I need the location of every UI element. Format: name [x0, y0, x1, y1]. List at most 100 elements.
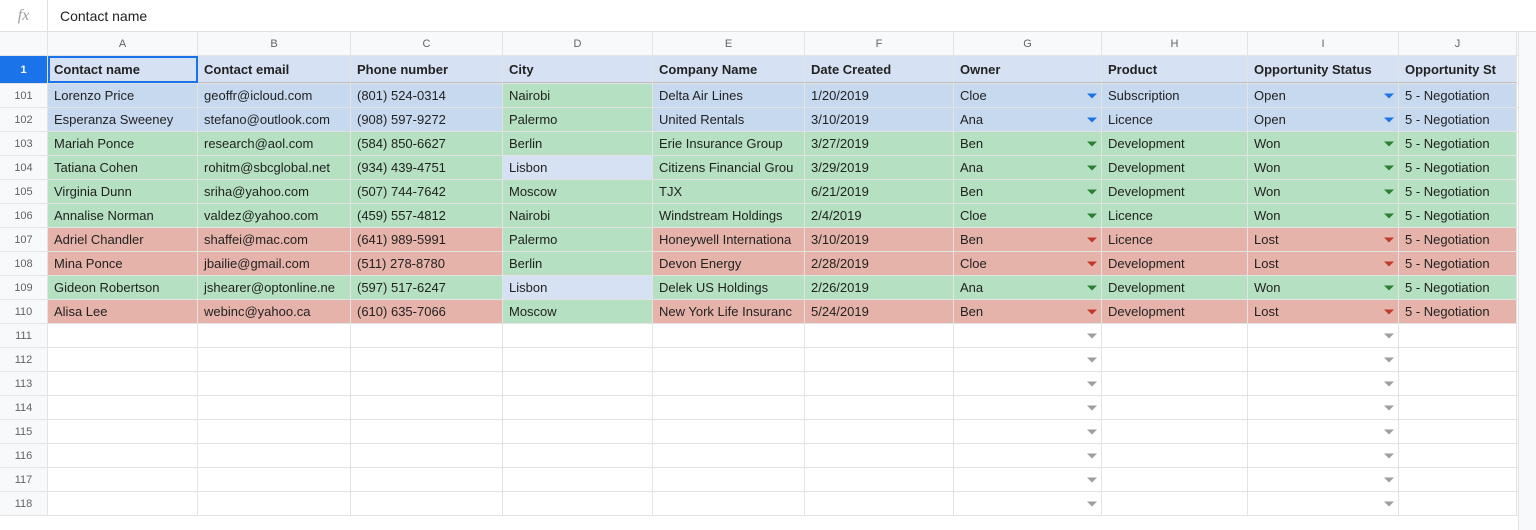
cell[interactable]: [1102, 396, 1248, 419]
header-cell[interactable]: City: [503, 56, 653, 83]
cell[interactable]: jbailie@gmail.com: [198, 252, 351, 275]
cell[interactable]: Berlin: [503, 252, 653, 275]
dropdown-icon[interactable]: [1384, 501, 1394, 506]
cell[interactable]: Development: [1102, 252, 1248, 275]
cell[interactable]: [653, 372, 805, 395]
cell[interactable]: [1248, 396, 1399, 419]
dropdown-icon[interactable]: [1087, 93, 1097, 98]
row-number[interactable]: 113: [0, 372, 48, 395]
cell[interactable]: [805, 348, 954, 371]
dropdown-icon[interactable]: [1384, 117, 1394, 122]
row-number[interactable]: 114: [0, 396, 48, 419]
cell[interactable]: [503, 324, 653, 347]
cell[interactable]: (507) 744-7642: [351, 180, 503, 203]
cell[interactable]: Ben: [954, 132, 1102, 155]
cell[interactable]: 5 - Negotiation: [1399, 204, 1517, 227]
cell[interactable]: 5 - Negotiation: [1399, 132, 1517, 155]
cell[interactable]: 3/27/2019: [805, 132, 954, 155]
cell[interactable]: [653, 420, 805, 443]
cell[interactable]: Ben: [954, 228, 1102, 251]
cell[interactable]: [805, 420, 954, 443]
column-header-J[interactable]: J: [1399, 32, 1517, 55]
dropdown-icon[interactable]: [1087, 501, 1097, 506]
row-number[interactable]: 110: [0, 300, 48, 323]
cell[interactable]: [48, 444, 198, 467]
cell[interactable]: [503, 372, 653, 395]
column-header-G[interactable]: G: [954, 32, 1102, 55]
dropdown-icon[interactable]: [1384, 213, 1394, 218]
dropdown-icon[interactable]: [1384, 165, 1394, 170]
cell[interactable]: rohitm@sbcglobal.net: [198, 156, 351, 179]
cell[interactable]: (801) 524-0314: [351, 84, 503, 107]
dropdown-icon[interactable]: [1087, 429, 1097, 434]
cell[interactable]: [48, 396, 198, 419]
cell[interactable]: [653, 468, 805, 491]
cell[interactable]: Licence: [1102, 204, 1248, 227]
cell[interactable]: (908) 597-9272: [351, 108, 503, 131]
cell[interactable]: Lisbon: [503, 156, 653, 179]
cell[interactable]: [48, 468, 198, 491]
dropdown-icon[interactable]: [1384, 237, 1394, 242]
header-cell[interactable]: Product: [1102, 56, 1248, 83]
cell[interactable]: valdez@yahoo.com: [198, 204, 351, 227]
cell[interactable]: [805, 324, 954, 347]
row-number[interactable]: 118: [0, 492, 48, 515]
row-number[interactable]: 105: [0, 180, 48, 203]
cell[interactable]: TJX: [653, 180, 805, 203]
cell[interactable]: [954, 468, 1102, 491]
cell[interactable]: [1102, 420, 1248, 443]
cell[interactable]: Honeywell Internationa: [653, 228, 805, 251]
cell[interactable]: [1399, 372, 1517, 395]
cell[interactable]: [805, 444, 954, 467]
cell[interactable]: 1/20/2019: [805, 84, 954, 107]
cell[interactable]: 5 - Negotiation: [1399, 228, 1517, 251]
dropdown-icon[interactable]: [1087, 477, 1097, 482]
cell[interactable]: Open: [1248, 84, 1399, 107]
row-number[interactable]: 102: [0, 108, 48, 131]
cell[interactable]: [198, 348, 351, 371]
column-header-H[interactable]: H: [1102, 32, 1248, 55]
cell[interactable]: Mariah Ponce: [48, 132, 198, 155]
cell[interactable]: Lost: [1248, 252, 1399, 275]
column-header-A[interactable]: A: [48, 32, 198, 55]
cell[interactable]: 5 - Negotiation: [1399, 108, 1517, 131]
dropdown-icon[interactable]: [1087, 453, 1097, 458]
dropdown-icon[interactable]: [1384, 477, 1394, 482]
cell[interactable]: Lost: [1248, 300, 1399, 323]
cell[interactable]: (584) 850-6627: [351, 132, 503, 155]
cell[interactable]: Annalise Norman: [48, 204, 198, 227]
dropdown-icon[interactable]: [1087, 309, 1097, 314]
cell[interactable]: Won: [1248, 204, 1399, 227]
cell[interactable]: [1248, 420, 1399, 443]
header-cell[interactable]: Date Created: [805, 56, 954, 83]
cell[interactable]: [351, 444, 503, 467]
cell[interactable]: Development: [1102, 276, 1248, 299]
column-header-C[interactable]: C: [351, 32, 503, 55]
cell[interactable]: 5 - Negotiation: [1399, 84, 1517, 107]
cell[interactable]: sriha@yahoo.com: [198, 180, 351, 203]
cell[interactable]: (459) 557-4812: [351, 204, 503, 227]
row-number[interactable]: 108: [0, 252, 48, 275]
dropdown-icon[interactable]: [1384, 309, 1394, 314]
select-all-corner[interactable]: [0, 32, 48, 55]
cell[interactable]: Gideon Robertson: [48, 276, 198, 299]
header-cell[interactable]: Phone number: [351, 56, 503, 83]
cell[interactable]: (597) 517-6247: [351, 276, 503, 299]
cell[interactable]: [48, 372, 198, 395]
row-number[interactable]: 101: [0, 84, 48, 107]
dropdown-icon[interactable]: [1087, 261, 1097, 266]
cell[interactable]: [1102, 324, 1248, 347]
cell[interactable]: [954, 396, 1102, 419]
cell[interactable]: geoffr@icloud.com: [198, 84, 351, 107]
column-header-I[interactable]: I: [1248, 32, 1399, 55]
dropdown-icon[interactable]: [1087, 285, 1097, 290]
cell[interactable]: Lisbon: [503, 276, 653, 299]
cell[interactable]: [198, 396, 351, 419]
cell[interactable]: Won: [1248, 276, 1399, 299]
column-header-B[interactable]: B: [198, 32, 351, 55]
column-header-F[interactable]: F: [805, 32, 954, 55]
cell[interactable]: [198, 324, 351, 347]
row-number[interactable]: 116: [0, 444, 48, 467]
cell[interactable]: [198, 444, 351, 467]
cell[interactable]: [1248, 372, 1399, 395]
